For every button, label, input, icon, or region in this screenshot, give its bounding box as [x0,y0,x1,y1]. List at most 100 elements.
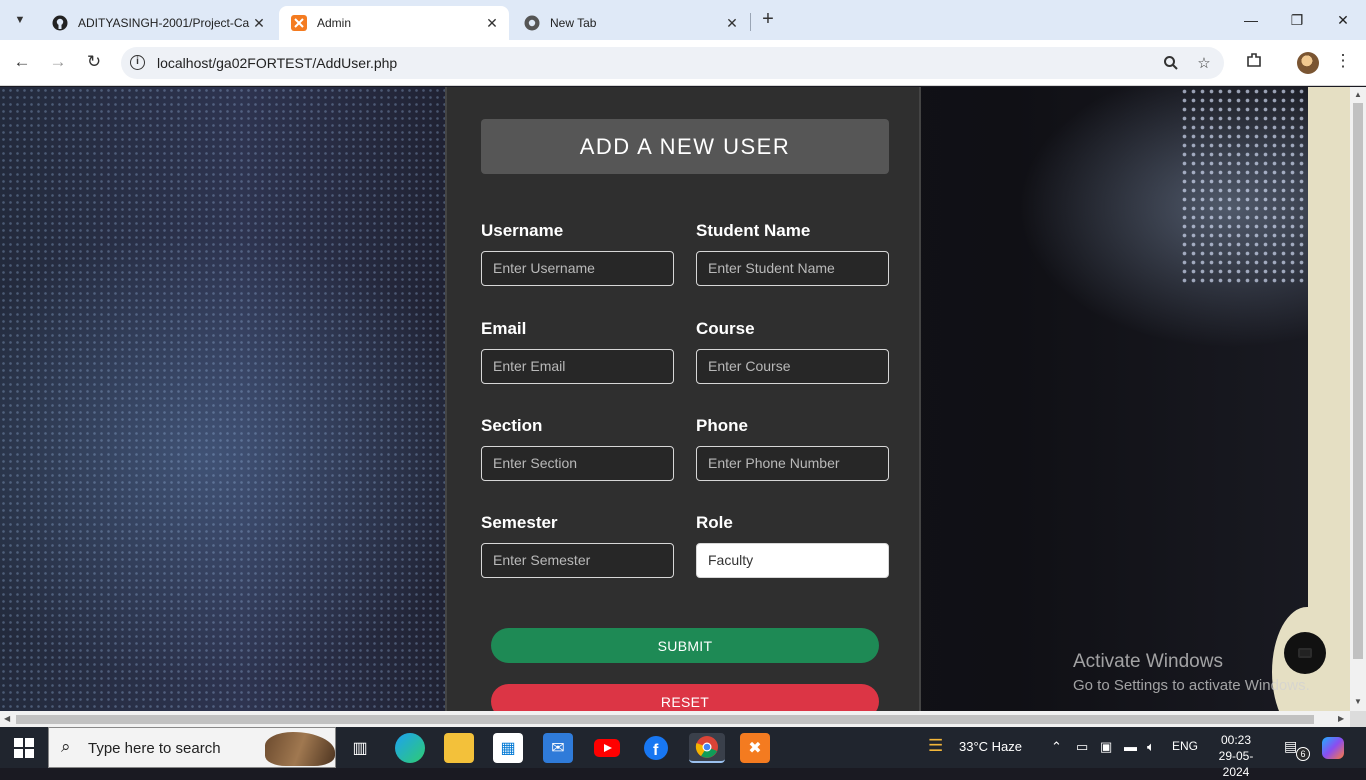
back-button[interactable]: ← [10,50,34,74]
chrome-icon [524,15,540,31]
phone-input[interactable]: Enter Phone Number [696,446,889,481]
show-hidden-icons[interactable]: ⌃ [1051,739,1062,755]
microsoft-store-icon[interactable]: ▦ [493,733,523,763]
search-placeholder: Type here to search [88,740,221,757]
section-label: Section [481,416,543,435]
clock-time: 00:23 [1220,733,1252,747]
chevron-down-icon: ▼ [14,14,26,26]
scroll-corner [1350,711,1366,727]
store-bag-icon: ▦ [500,740,516,757]
username-input[interactable]: Enter Username [481,251,674,286]
clock-date: 29-05-2024 [1218,749,1254,779]
forward-button[interactable]: → [46,50,70,74]
tab-title: New Tab [550,16,597,30]
start-button[interactable] [14,738,34,758]
notification-badge: 6 [1296,747,1310,761]
haze-icon: ☰ [928,736,944,755]
display-icon[interactable]: ▣ [1100,739,1112,755]
plus-icon: + [762,8,774,30]
course-input[interactable]: Enter Course [696,349,889,384]
close-icon[interactable]: ✕ [483,14,501,32]
windows-logo-icon [25,749,34,758]
url-text[interactable]: localhost/ga02FORTEST/AddUser.php [157,55,397,71]
windows-logo-icon [14,738,23,747]
github-icon [52,15,68,31]
zoom-icon[interactable] [1160,52,1182,74]
add-user-card: ADD A NEW USER Username Enter Username S… [445,87,921,711]
student-name-label: Student Name [696,221,811,240]
menu-kebab-icon[interactable]: ⋮ [1334,51,1352,73]
student-name-input[interactable]: Enter Student Name [696,251,889,286]
tab-strip: ▼ ADITYASINGH-2001/Project-Ca ✕ Admin ✕ … [0,0,1366,40]
weather-text[interactable]: 33°C Haze [959,739,1022,754]
site-info-icon[interactable]: i [130,55,145,70]
address-bar[interactable]: i localhost/ga02FORTEST/AddUser.php ☆ [121,47,1224,79]
close-icon[interactable]: ✕ [723,14,741,32]
tab-title: ADITYASINGH-2001/Project-Ca [78,16,250,30]
svg-text:f: f [653,742,659,759]
restore-button[interactable]: ❐ [1274,6,1320,34]
scroll-left-icon[interactable]: ◀ [4,714,10,723]
email-input[interactable]: Enter Email [481,349,674,384]
scrollbar-thumb[interactable] [16,715,1314,724]
minimize-button[interactable]: — [1228,6,1274,34]
arrow-left-icon: ← [13,52,31,71]
tab-new-tab[interactable]: New Tab ✕ [512,6,749,40]
background-pattern [0,87,445,711]
battery-icon[interactable]: ▬ [1124,739,1137,754]
reload-icon: ↻ [86,52,102,71]
mail-icon[interactable]: ✉ [543,733,573,763]
section-input[interactable]: Enter Section [481,446,674,481]
scrollbar-thumb[interactable] [1353,103,1363,659]
horizontal-scrollbar[interactable]: ◀ ▶ [0,711,1350,727]
profile-avatar[interactable] [1297,52,1319,74]
reload-button[interactable]: ↻ [82,50,106,74]
facebook-icon[interactable]: f [641,733,671,763]
role-select[interactable]: Faculty [696,543,889,578]
weather-icon[interactable]: ☰ [928,736,943,756]
semester-input[interactable]: Enter Semester [481,543,674,578]
form-title: ADD A NEW USER [481,119,889,174]
close-window-button[interactable]: ✕ [1320,6,1366,34]
copilot-icon[interactable] [1322,737,1344,759]
meet-icon[interactable]: ▭ [1076,739,1088,755]
vertical-scrollbar[interactable]: ▲ ▼ [1350,87,1366,711]
activate-windows-watermark: Activate Windows Go to Settings to activ… [1073,651,1310,694]
reset-button[interactable]: RESET [491,684,879,711]
arrow-right-icon: → [49,52,67,71]
email-label: Email [481,319,527,338]
file-explorer-icon[interactable] [444,733,474,763]
close-icon: ✕ [1337,11,1349,28]
windows-logo-icon [25,738,34,747]
task-view-icon[interactable]: ▥ [345,733,375,763]
semester-label: Semester [481,513,558,532]
taskbar-search[interactable]: ⌕ Type here to search [48,727,336,768]
tab-admin[interactable]: Admin ✕ [279,6,509,40]
scroll-right-icon[interactable]: ▶ [1338,714,1344,723]
youtube-icon[interactable] [592,733,622,763]
volume-icon[interactable]: 🔈︎ [1147,739,1155,755]
page-viewport: ADD A NEW USER Username Enter Username S… [0,87,1350,711]
browser-toolbar: ← → ↻ i localhost/ga02FORTEST/AddUser.ph… [0,40,1366,86]
phone-label: Phone [696,416,748,435]
background-pattern [1180,87,1310,287]
close-icon[interactable]: ✕ [250,14,268,32]
scroll-up-icon[interactable]: ▲ [1354,90,1362,99]
search-highlight-image [265,732,335,766]
extensions-icon[interactable] [1243,51,1265,73]
watermark-line2: Go to Settings to activate Windows. [1073,677,1310,694]
watermark-line1: Activate Windows [1073,651,1223,672]
tab-search-button[interactable]: ▼ [8,8,32,32]
clock[interactable]: 00:23 29-05-2024 [1206,732,1266,780]
new-tab-button[interactable]: + [757,8,779,32]
submit-button[interactable]: SUBMIT [491,628,879,663]
search-icon: ⌕ [61,737,71,756]
windows-taskbar: ⌕ Type here to search ▥ ▦ ✉ f ✖ ☰ 33°C H… [0,727,1366,779]
bookmark-star-icon[interactable]: ☆ [1193,52,1215,74]
chrome-taskbar-icon[interactable] [689,733,725,763]
tab-github[interactable]: ADITYASINGH-2001/Project-Ca ✕ [40,6,276,40]
language-indicator[interactable]: ENG [1172,739,1198,753]
scroll-down-icon[interactable]: ▼ [1354,697,1362,706]
xampp-taskbar-icon[interactable]: ✖ [740,733,770,763]
edge-icon[interactable] [395,733,425,763]
